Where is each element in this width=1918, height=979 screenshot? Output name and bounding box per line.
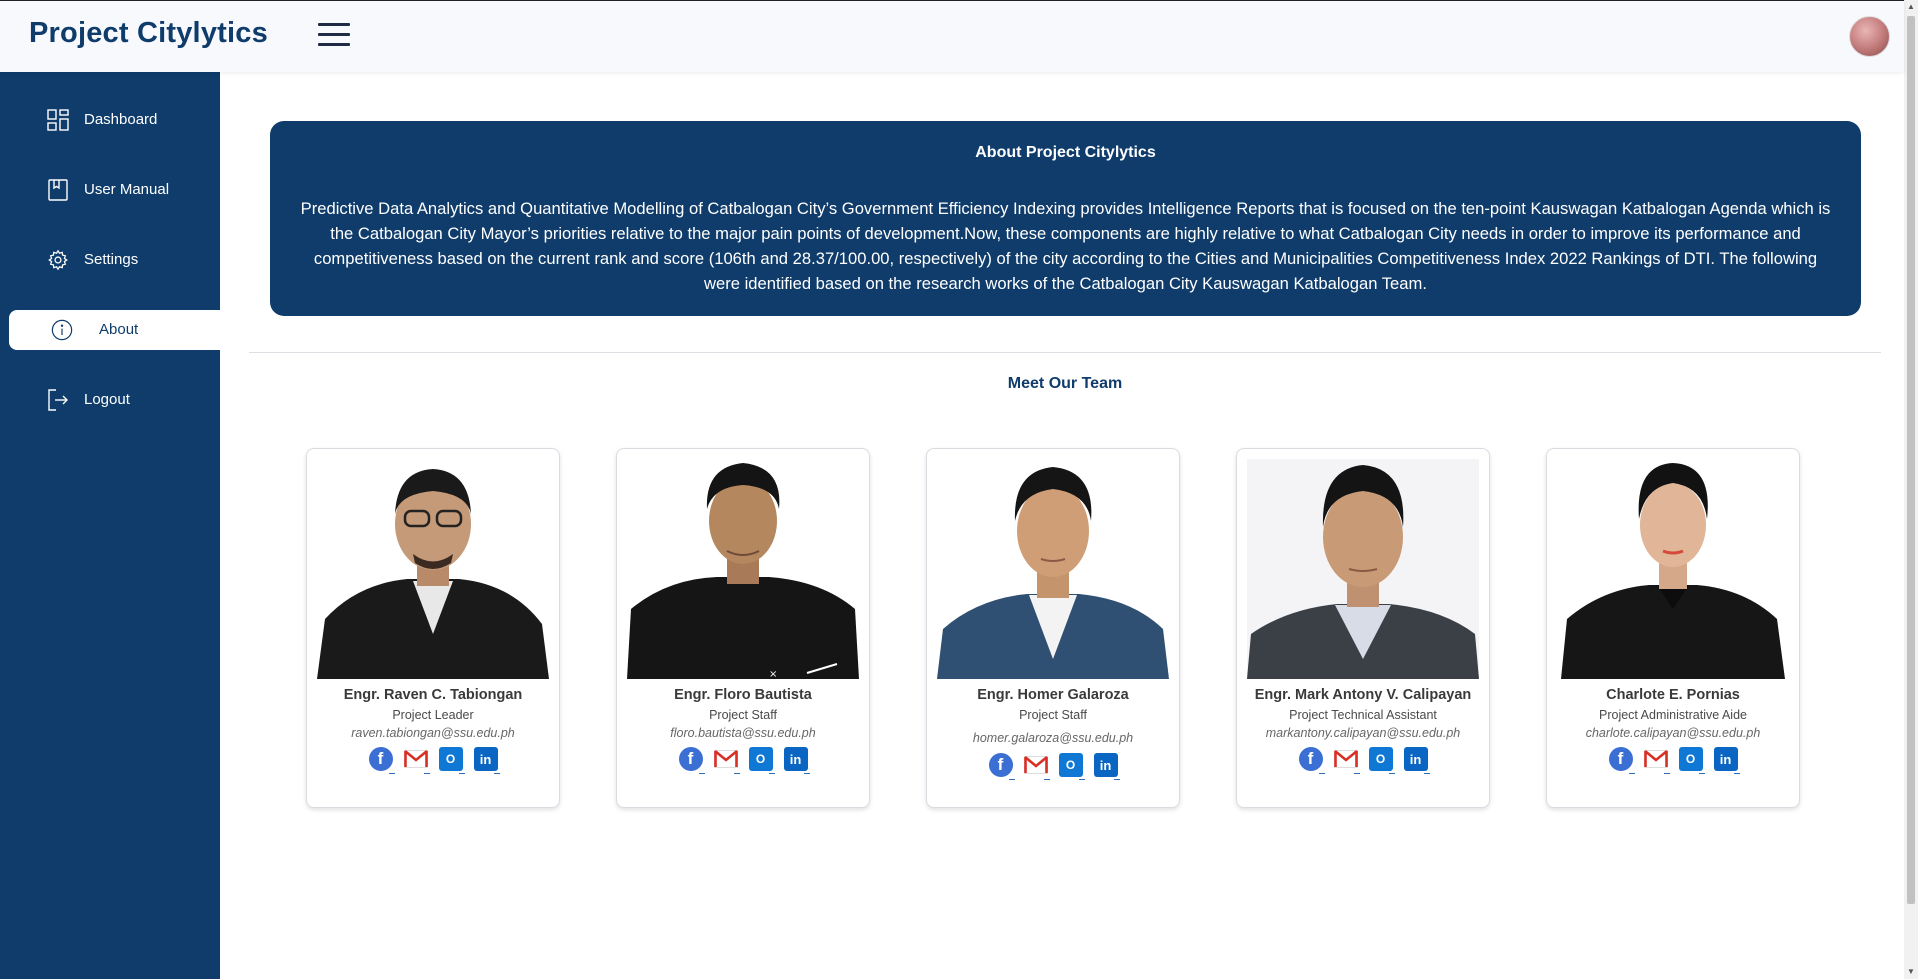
sidebar-item-logout[interactable]: Logout: [0, 380, 220, 420]
book-icon: [47, 179, 69, 201]
gmail-icon[interactable]: [1643, 747, 1670, 774]
linkedin-icon[interactable]: in: [783, 747, 810, 774]
linkedin-icon[interactable]: in: [1713, 747, 1740, 774]
scroll-up-arrow-icon[interactable]: ▲: [1907, 2, 1915, 12]
member-email: homer.galaroza@ssu.edu.ph: [972, 731, 1134, 745]
outlook-icon[interactable]: O: [1368, 747, 1395, 774]
linkedin-icon[interactable]: in: [1093, 753, 1120, 780]
member-name: Engr. Floro Bautista: [674, 687, 812, 703]
about-description: Predictive Data Analytics and Quantitati…: [300, 199, 1831, 293]
team-section-title: Meet Our Team: [1007, 375, 1123, 392]
member-name: Engr. Raven C. Tabiongan: [343, 687, 523, 703]
top-header: Project Citylytics: [0, 0, 1904, 72]
sidebar-item-label: User Manual: [84, 181, 170, 198]
sidebar-item-settings[interactable]: Settings: [0, 240, 220, 280]
outlook-icon[interactable]: O: [1058, 753, 1085, 780]
section-divider: [249, 352, 1881, 353]
team-member-card: Engr. Raven C. Tabiongan Project Leader …: [306, 448, 560, 808]
member-email: charlote.calipayan@ssu.edu.ph: [1585, 726, 1761, 740]
social-links: f O in: [1547, 747, 1799, 774]
sidebar-item-user-manual[interactable]: User Manual: [0, 170, 220, 210]
gear-icon: [47, 249, 69, 271]
team-member-card: Engr. Mark Antony V. Calipayan Project T…: [1236, 448, 1490, 808]
member-photo: ×: [627, 459, 859, 679]
gmail-icon[interactable]: [1023, 753, 1050, 780]
member-role: Project Administrative Aide: [1599, 708, 1747, 722]
member-role: Project Staff: [709, 708, 777, 722]
about-card: About Project Citylytics Predictive Data…: [270, 121, 1861, 316]
sidebar-item-dashboard[interactable]: Dashboard: [0, 100, 220, 140]
outlook-icon[interactable]: O: [1678, 747, 1705, 774]
linkedin-icon[interactable]: in: [1403, 747, 1430, 774]
facebook-icon[interactable]: f: [368, 747, 395, 774]
gmail-icon[interactable]: [713, 747, 740, 774]
sidebar-item-label: About: [99, 321, 139, 338]
social-links: f O in: [927, 753, 1179, 780]
facebook-icon[interactable]: f: [1298, 747, 1325, 774]
info-icon: [51, 319, 73, 341]
scroll-down-arrow-icon[interactable]: ▼: [1907, 967, 1915, 977]
outlook-icon[interactable]: O: [438, 747, 465, 774]
member-photo: [317, 459, 549, 679]
social-links: f O in: [617, 747, 869, 774]
member-photo: [1247, 459, 1479, 679]
facebook-icon[interactable]: f: [1608, 747, 1635, 774]
team-member-card: Engr. Homer Galaroza Project Staff homer…: [926, 448, 1180, 808]
social-links: f O in: [1237, 747, 1489, 774]
member-name: Engr. Mark Antony V. Calipayan: [1254, 687, 1472, 703]
dashboard-grid-icon: [47, 109, 69, 131]
user-avatar[interactable]: [1849, 16, 1890, 57]
member-email: raven.tabiongan@ssu.edu.ph: [351, 726, 515, 740]
team-member-card: Charlote E. Pornias Project Administrati…: [1546, 448, 1800, 808]
member-email: floro.bautista@ssu.edu.ph: [670, 726, 816, 740]
linkedin-icon[interactable]: in: [473, 747, 500, 774]
svg-text:×: ×: [769, 669, 777, 679]
facebook-icon[interactable]: f: [988, 753, 1015, 780]
member-name: Engr. Homer Galaroza: [977, 687, 1129, 703]
logout-icon: [47, 389, 69, 411]
member-name: Charlote E. Pornias: [1606, 687, 1740, 703]
member-role: Project Leader: [392, 708, 474, 722]
sidebar-item-about[interactable]: About: [9, 310, 220, 350]
sidebar-item-label: Logout: [84, 391, 130, 408]
member-photo: [937, 459, 1169, 679]
member-role: Project Staff: [1019, 708, 1087, 722]
facebook-icon[interactable]: f: [678, 747, 705, 774]
about-title: About Project Citylytics: [975, 144, 1156, 161]
sidebar: Dashboard User Manual Settings About Log…: [0, 72, 220, 979]
team-member-card: × Engr. Floro Bautista Project Staff flo…: [616, 448, 870, 808]
social-links: f O in: [307, 747, 559, 774]
hamburger-menu-icon[interactable]: [318, 23, 350, 49]
gmail-icon[interactable]: [1333, 747, 1360, 774]
sidebar-item-label: Dashboard: [84, 111, 158, 128]
member-role: Project Technical Assistant: [1289, 708, 1437, 722]
sidebar-item-label: Settings: [84, 251, 139, 268]
app-title[interactable]: Project Citylytics: [29, 17, 268, 50]
scrollbar-thumb[interactable]: [1907, 16, 1915, 904]
member-email: markantony.calipayan@ssu.edu.ph: [1265, 726, 1461, 740]
member-photo: [1557, 459, 1789, 679]
outlook-icon[interactable]: O: [748, 747, 775, 774]
gmail-icon[interactable]: [403, 747, 430, 774]
